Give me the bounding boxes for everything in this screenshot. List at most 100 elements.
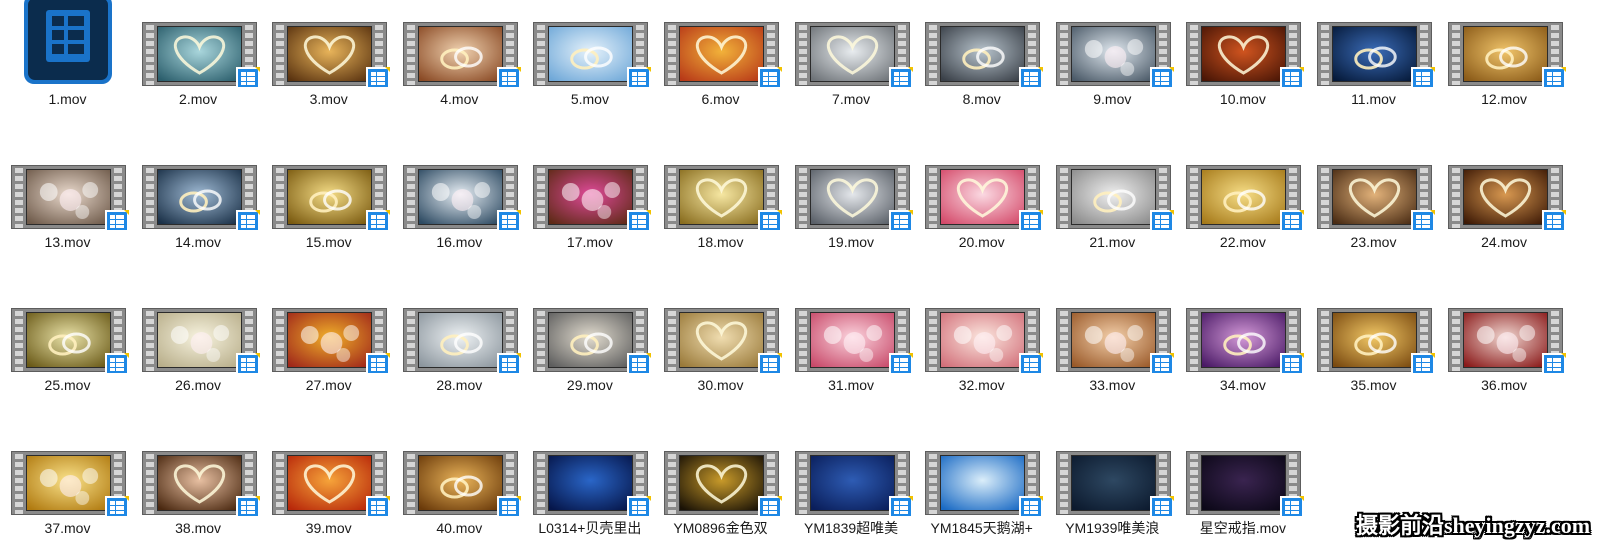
file-item[interactable]: YM1845天鹅湖+	[914, 429, 1049, 560]
file-name-label: YM1839超唯美	[804, 520, 899, 536]
file-thumbnail	[664, 308, 782, 375]
video-file-type-icon	[235, 352, 261, 376]
file-name-label: 3.mov	[309, 91, 348, 107]
file-item[interactable]: 2.mov	[131, 0, 266, 145]
file-item[interactable]: 29.mov	[522, 286, 657, 431]
video-file-type-icon	[1018, 352, 1044, 376]
video-file-type-icon	[365, 495, 391, 519]
file-name-label: 15.mov	[305, 234, 352, 250]
file-item[interactable]: 3.mov	[261, 0, 396, 145]
video-preview-frame	[417, 312, 503, 368]
video-preview-frame	[26, 312, 111, 368]
file-item[interactable]: 5.mov	[522, 0, 657, 145]
file-item[interactable]: 35.mov	[1306, 286, 1441, 431]
file-item[interactable]: 14.mov	[131, 143, 266, 288]
file-thumbnail	[1055, 22, 1174, 89]
video-preview-frame	[156, 26, 242, 82]
file-thumbnail	[664, 165, 782, 232]
file-item[interactable]: 7.mov	[784, 0, 919, 145]
video-file-type-icon	[1541, 66, 1567, 90]
video-preview-frame	[940, 26, 1026, 82]
file-thumbnail	[11, 165, 129, 232]
video-preview-frame	[1201, 26, 1287, 82]
file-item[interactable]: 12.mov	[1437, 0, 1572, 145]
file-name-label: 37.mov	[44, 520, 91, 536]
file-item[interactable]: 8.mov	[914, 0, 1049, 145]
file-thumbnail	[1447, 308, 1566, 375]
file-thumbnail	[1186, 451, 1305, 518]
video-file-type-icon	[496, 495, 522, 519]
video-preview-frame	[809, 455, 895, 511]
file-item[interactable]: 25.mov	[0, 286, 135, 431]
file-item[interactable]: 23.mov	[1306, 143, 1441, 288]
file-thumbnail	[533, 22, 652, 89]
file-item[interactable]: 16.mov	[392, 143, 527, 288]
file-thumbnail	[272, 22, 391, 89]
watermark-text: 摄影前沿sheyingzyz.com	[1356, 513, 1591, 538]
file-name-label: 22.mov	[1219, 234, 1266, 250]
file-item[interactable]: 24.mov	[1437, 143, 1572, 288]
file-item[interactable]: 4.mov	[392, 0, 527, 145]
video-file-type-icon	[1279, 209, 1305, 233]
file-item[interactable]: 1.mov	[0, 0, 135, 145]
file-item[interactable]: 40.mov	[392, 429, 527, 560]
video-file-type-icon	[1279, 352, 1305, 376]
file-thumbnail	[533, 451, 652, 518]
file-item[interactable]: YM1839超唯美	[784, 429, 919, 560]
file-name-label: 25.mov	[44, 377, 91, 393]
video-file-type-icon	[1149, 495, 1175, 519]
file-item[interactable]: 6.mov	[653, 0, 788, 145]
video-preview-frame	[26, 169, 111, 225]
file-item[interactable]: YM0896金色双	[653, 429, 788, 560]
video-preview-frame	[1332, 26, 1417, 82]
file-thumbnail	[1186, 165, 1305, 232]
file-item[interactable]: 21.mov	[1045, 143, 1180, 288]
file-name-label: 13.mov	[44, 234, 91, 250]
video-file-type-icon	[626, 66, 652, 90]
file-item[interactable]: 17.mov	[522, 143, 657, 288]
video-app-icon	[22, 0, 114, 86]
video-file-type-icon	[1149, 352, 1175, 376]
file-name-label: YM1845天鹅湖+	[930, 520, 1033, 536]
video-preview-frame	[1462, 26, 1548, 82]
file-thumbnail	[1055, 308, 1174, 375]
file-item[interactable]: 22.mov	[1175, 143, 1310, 288]
file-item[interactable]: 26.mov	[131, 286, 266, 431]
file-item[interactable]: 9.mov	[1045, 0, 1180, 145]
file-item[interactable]: 38.mov	[131, 429, 266, 560]
video-file-type-icon	[1149, 66, 1175, 90]
file-item[interactable]: 31.mov	[784, 286, 919, 431]
file-item[interactable]: 32.mov	[914, 286, 1049, 431]
file-item[interactable]: 19.mov	[784, 143, 919, 288]
video-preview-frame	[940, 455, 1026, 511]
file-item[interactable]: 28.mov	[392, 286, 527, 431]
file-thumbnail	[141, 165, 260, 232]
file-thumbnail	[1317, 308, 1435, 375]
file-name-label: 40.mov	[436, 520, 483, 536]
file-item[interactable]: 36.mov	[1437, 286, 1572, 431]
file-name-label: 1.mov	[48, 91, 87, 107]
file-item[interactable]: L0314+贝壳里出	[522, 429, 657, 560]
video-file-type-icon	[757, 209, 783, 233]
file-item[interactable]: 15.mov	[261, 143, 396, 288]
video-preview-frame	[940, 312, 1026, 368]
file-item[interactable]: 30.mov	[653, 286, 788, 431]
file-item[interactable]: 星空戒指.mov	[1175, 429, 1310, 560]
video-file-type-icon	[1410, 66, 1436, 90]
file-name-label: 18.mov	[697, 234, 744, 250]
file-item[interactable]: 13.mov	[0, 143, 135, 288]
file-item[interactable]: 39.mov	[261, 429, 396, 560]
file-thumbnail	[1447, 165, 1566, 232]
file-item[interactable]: 27.mov	[261, 286, 396, 431]
file-item[interactable]: 33.mov	[1045, 286, 1180, 431]
file-item[interactable]: 34.mov	[1175, 286, 1310, 431]
file-thumbnail	[402, 308, 521, 375]
file-item[interactable]: 10.mov	[1175, 0, 1310, 145]
video-file-type-icon	[757, 495, 783, 519]
file-item[interactable]: 18.mov	[653, 143, 788, 288]
video-preview-frame	[548, 312, 634, 368]
file-item[interactable]: 37.mov	[0, 429, 135, 560]
file-item[interactable]: 20.mov	[914, 143, 1049, 288]
file-item[interactable]: 11.mov	[1306, 0, 1441, 145]
file-item[interactable]: YM1939唯美浪	[1045, 429, 1180, 560]
